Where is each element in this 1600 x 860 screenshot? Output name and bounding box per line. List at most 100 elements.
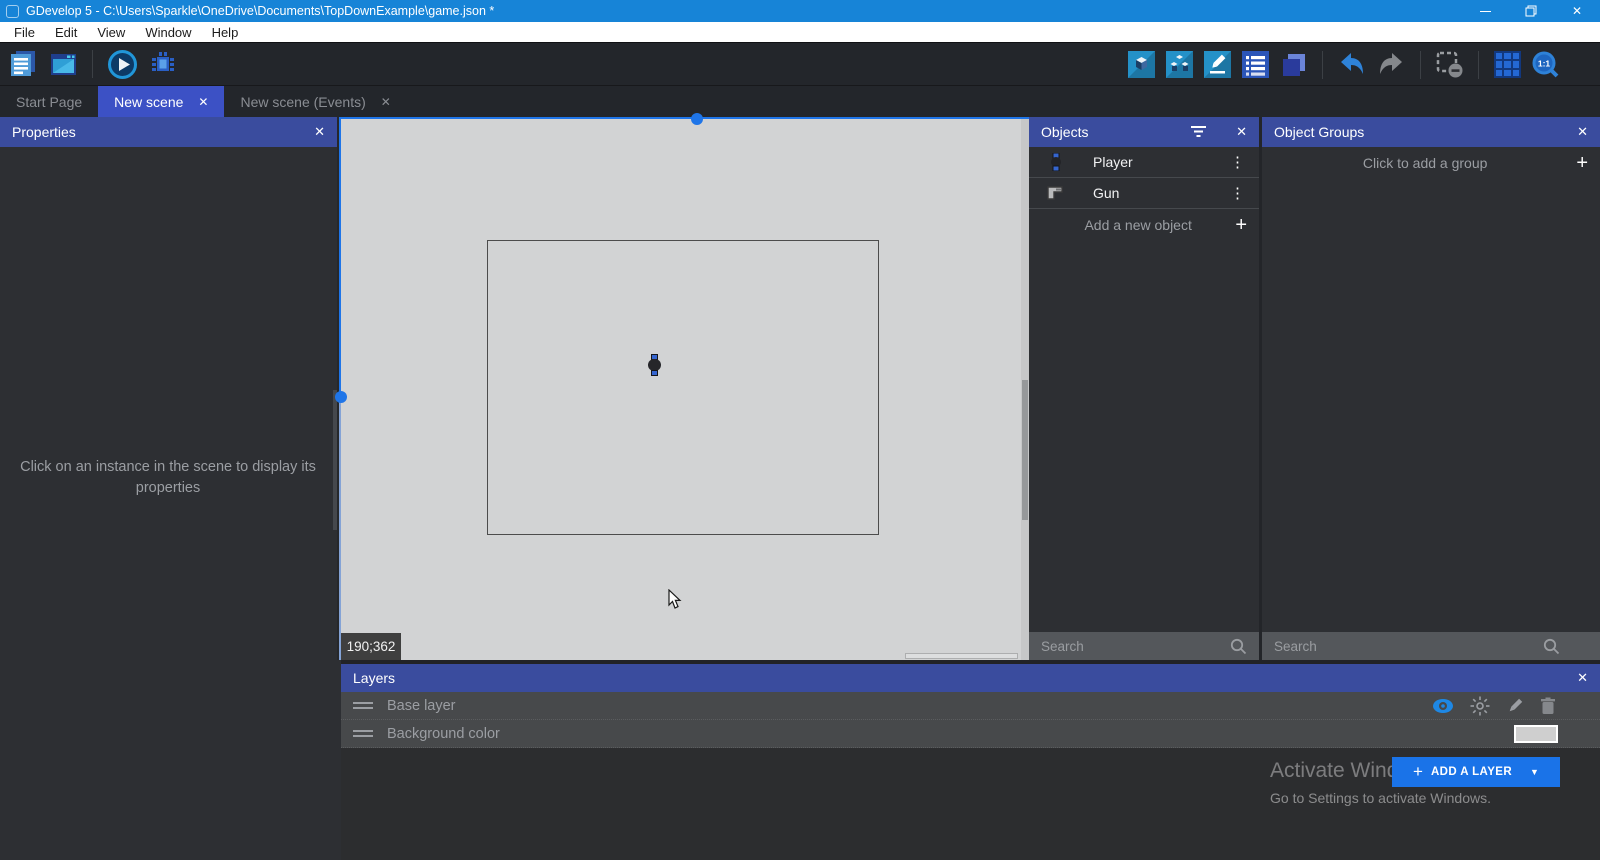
object-menu-icon[interactable]: ⋮ — [1226, 153, 1249, 171]
drag-handle-icon[interactable] — [353, 702, 373, 709]
zoom-1-1-icon: 1:1 — [1532, 51, 1560, 79]
add-object-plus-icon[interactable]: + — [1235, 215, 1247, 235]
toggle-properties-panel-button[interactable] — [1204, 51, 1231, 78]
properties-close-icon[interactable]: ✕ — [314, 124, 325, 140]
toolbar-separator — [1478, 51, 1479, 79]
play-preview-button[interactable] — [107, 49, 138, 80]
preview-window-button[interactable] — [48, 49, 78, 79]
filter-icon[interactable] — [1191, 126, 1206, 138]
toggle-object-groups-panel-button[interactable] — [1166, 51, 1193, 78]
menu-view[interactable]: View — [87, 22, 135, 42]
zoom-original-button[interactable]: 1:1 — [1532, 51, 1560, 79]
project-manager-button[interactable] — [8, 49, 38, 79]
add-object-row[interactable]: Add a new object + — [1029, 209, 1259, 240]
properties-panel-header: Properties ✕ — [0, 117, 337, 147]
undo-button[interactable] — [1338, 51, 1366, 79]
selection-border-left — [339, 117, 341, 397]
layer-row-base[interactable]: Base layer — [341, 692, 1600, 720]
menu-file[interactable]: File — [4, 22, 45, 42]
window-title: GDevelop 5 - C:\Users\Sparkle\OneDrive\D… — [26, 4, 494, 18]
toolbar-separator — [1322, 51, 1323, 79]
play-icon — [107, 49, 138, 80]
title-bar: GDevelop 5 - C:\Users\Sparkle\OneDrive\D… — [0, 0, 1600, 22]
chevron-down-icon[interactable]: ▼ — [1530, 767, 1539, 777]
tab-new-scene[interactable]: New scene ✕ — [98, 86, 224, 118]
background-color-swatch[interactable] — [1514, 725, 1558, 743]
window-controls: ✕ — [1462, 0, 1600, 22]
scene-editor-canvas[interactable] — [337, 117, 1029, 660]
debug-button[interactable] — [148, 49, 178, 79]
clear-selection-button[interactable] — [1436, 51, 1463, 78]
menu-help[interactable]: Help — [202, 22, 249, 42]
player-instance[interactable] — [648, 354, 661, 377]
toolbar-separator — [92, 50, 93, 78]
restore-button[interactable] — [1508, 0, 1554, 22]
close-icon: ✕ — [1572, 4, 1582, 18]
object-groups-panel: Object Groups ✕ Click to add a group + — [1259, 117, 1600, 660]
object-row-gun[interactable]: Gun ⋮ — [1029, 178, 1259, 209]
toggle-instances-list-button[interactable] — [1242, 51, 1269, 78]
layers-panel: Layers ✕ Base layer — [341, 660, 1600, 860]
toggle-layers-panel-button[interactable] — [1280, 51, 1307, 78]
app-icon — [6, 5, 19, 18]
toggle-grid-button[interactable] — [1494, 51, 1521, 78]
add-group-row[interactable]: Click to add a group + — [1262, 147, 1600, 178]
gun-thumbnail — [1047, 184, 1065, 202]
object-groups-panel-icon — [1166, 51, 1193, 78]
grid-icon — [1494, 51, 1521, 78]
add-layer-label: ADD A LAYER — [1431, 766, 1512, 778]
resize-handle-top[interactable] — [691, 113, 703, 125]
toolbar-separator — [1420, 51, 1421, 79]
menu-window[interactable]: Window — [135, 22, 201, 42]
delete-trash-icon[interactable] — [1540, 697, 1556, 715]
canvas-vscroll-thumb[interactable] — [1022, 380, 1028, 520]
player-thumbnail — [1047, 153, 1065, 171]
search-icon — [1543, 638, 1560, 655]
tab-new-scene-events[interactable]: New scene (Events) ✕ — [224, 86, 406, 118]
tab-label: New scene (Events) — [240, 94, 365, 110]
objects-panel: Objects ✕ Player ⋮ — [1029, 117, 1259, 660]
toggle-objects-panel-button[interactable] — [1128, 51, 1155, 78]
tab-close-icon[interactable]: ✕ — [381, 95, 391, 109]
gdevelop-window: GDevelop 5 - C:\Users\Sparkle\OneDrive\D… — [0, 0, 1600, 860]
minimize-icon — [1480, 11, 1491, 12]
drag-handle-icon[interactable] — [353, 730, 373, 737]
canvas-horizontal-scrollbar[interactable] — [905, 653, 1018, 659]
debug-bug-icon — [148, 49, 178, 79]
minimize-button[interactable] — [1462, 0, 1508, 22]
groups-search-bar — [1262, 632, 1600, 660]
effects-icon[interactable] — [1470, 696, 1490, 716]
layer-name: Base layer — [387, 698, 1432, 714]
object-menu-icon[interactable]: ⋮ — [1226, 184, 1249, 202]
tab-start-page[interactable]: Start Page — [0, 86, 98, 118]
close-button[interactable]: ✕ — [1554, 0, 1600, 22]
properties-panel: Properties ✕ Click on an instance in the… — [0, 117, 337, 860]
redo-icon — [1377, 51, 1405, 79]
layers-close-icon[interactable]: ✕ — [1577, 670, 1588, 686]
canvas-vertical-scrollbar[interactable] — [1021, 119, 1029, 660]
add-group-plus-icon[interactable]: + — [1576, 153, 1588, 173]
main-toolbar: 1:1 — [0, 42, 1600, 85]
svg-text:1:1: 1:1 — [1538, 58, 1551, 68]
player-sprite-bottom — [651, 370, 658, 376]
properties-panel-icon — [1204, 51, 1231, 78]
object-row-player[interactable]: Player ⋮ — [1029, 147, 1259, 178]
edit-pencil-icon[interactable] — [1506, 697, 1524, 715]
add-layer-button[interactable]: + ADD A LAYER ▼ — [1392, 757, 1560, 787]
objects-close-icon[interactable]: ✕ — [1236, 124, 1247, 140]
redo-button[interactable] — [1377, 51, 1405, 79]
add-layer-plus-icon: + — [1413, 762, 1423, 782]
layers-panel-icon — [1280, 51, 1307, 78]
resize-handle-left[interactable] — [335, 391, 347, 403]
objects-panel-header: Objects ✕ — [1029, 117, 1259, 147]
editor-tabs: Start Page New scene ✕ New scene (Events… — [0, 85, 1600, 117]
visibility-eye-icon[interactable] — [1432, 698, 1454, 714]
tab-close-icon[interactable]: ✕ — [198, 95, 208, 109]
layers-panel-header: Layers ✕ — [341, 664, 1600, 692]
objects-panel-icon — [1128, 51, 1155, 78]
objects-search-input[interactable] — [1041, 639, 1230, 654]
object-groups-close-icon[interactable]: ✕ — [1577, 124, 1588, 140]
layer-row-background[interactable]: Background color — [341, 720, 1600, 748]
menu-edit[interactable]: Edit — [45, 22, 87, 42]
groups-search-input[interactable] — [1274, 639, 1543, 654]
